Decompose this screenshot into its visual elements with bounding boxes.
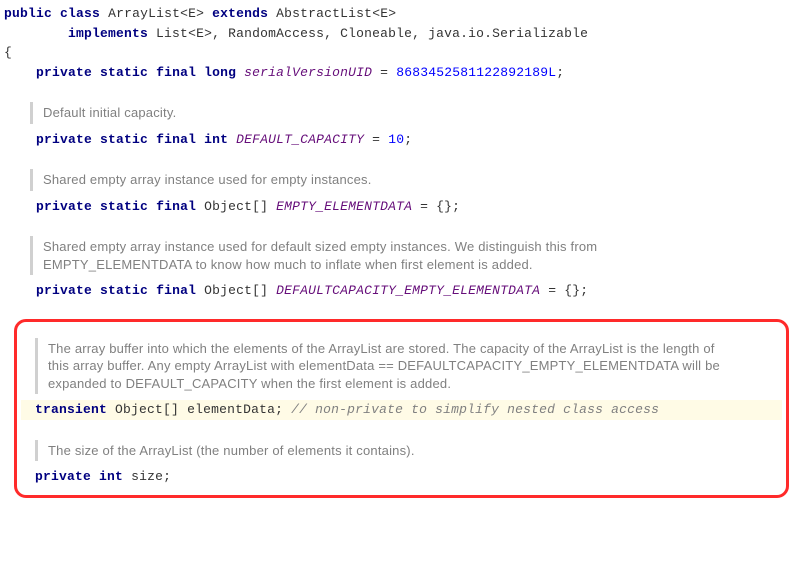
rest: = {}; [540, 283, 588, 298]
keyword-public: public [4, 6, 52, 21]
iface-serializable: java.io.Serializable [428, 26, 588, 41]
keyword-class: class [60, 6, 100, 21]
field-value: 8683452581122892189L [396, 65, 556, 80]
keyword-extends: extends [212, 6, 268, 21]
keyword-final: final [156, 65, 196, 80]
keyword-int: int [204, 132, 228, 147]
superclass-generic: <E> [372, 6, 396, 21]
keyword-private: private [36, 199, 92, 214]
highlighted-region: The array buffer into which the elements… [14, 319, 789, 498]
field-serialversionuid: private static final long serialVersionU… [0, 63, 803, 83]
semi: ; [556, 65, 564, 80]
generic-close: > [196, 6, 204, 21]
field-name: DEFAULTCAPACITY_EMPTY_ELEMENTDATA [276, 283, 540, 298]
keyword-final: final [156, 283, 196, 298]
field-name: EMPTY_ELEMENTDATA [276, 199, 412, 214]
sep: , [412, 26, 428, 41]
keyword-static: static [100, 283, 148, 298]
eq: = [364, 132, 388, 147]
field-name: size [131, 469, 163, 484]
iface-list-generic: <E> [188, 26, 212, 41]
field-type: Object[] [204, 199, 268, 214]
keyword-static: static [100, 132, 148, 147]
javadoc-defaultcapacity-empty: Shared empty array instance used for def… [30, 236, 733, 275]
class-name: ArrayList [108, 6, 180, 21]
semi: ; [163, 469, 171, 484]
iface-cloneable: Cloneable [340, 26, 412, 41]
superclass: AbstractList [276, 6, 372, 21]
javadoc-size: The size of the ArrayList (the number of… [35, 440, 738, 462]
field-name: elementData [187, 402, 275, 417]
keyword-int: int [99, 469, 123, 484]
keyword-final: final [156, 132, 196, 147]
brace-open: { [0, 43, 803, 63]
class-decl-line1: public class ArrayList<E> extends Abstra… [0, 4, 803, 24]
keyword-static: static [100, 65, 148, 80]
field-type: Object[] [204, 283, 268, 298]
javadoc-empty-elementdata: Shared empty array instance used for emp… [30, 169, 733, 191]
inline-comment: // non-private to simplify nested class … [283, 402, 659, 417]
generic-open: < [180, 6, 188, 21]
field-size: private int size; [21, 467, 782, 487]
field-empty-elementdata: private static final Object[] EMPTY_ELEM… [0, 197, 803, 217]
eq: = [372, 65, 396, 80]
field-type: Object[] [115, 402, 179, 417]
keyword-transient: transient [35, 402, 107, 417]
field-defaultcapacity-empty: private static final Object[] DEFAULTCAP… [0, 281, 803, 301]
sep: , [212, 26, 228, 41]
sep: , [324, 26, 340, 41]
keyword-private: private [35, 469, 91, 484]
keyword-private: private [36, 132, 92, 147]
rest: = {}; [412, 199, 460, 214]
keyword-implements: implements [68, 26, 148, 41]
generic-param: E [188, 6, 196, 21]
semi: ; [275, 402, 283, 417]
keyword-long: long [204, 65, 236, 80]
field-name: DEFAULT_CAPACITY [236, 132, 364, 147]
iface-list: List [156, 26, 188, 41]
javadoc-default-capacity: Default initial capacity. [30, 102, 733, 124]
code-viewer: public class ArrayList<E> extends Abstra… [0, 0, 803, 508]
keyword-final: final [156, 199, 196, 214]
iface-randomaccess: RandomAccess [228, 26, 324, 41]
keyword-private: private [36, 283, 92, 298]
javadoc-elementdata: The array buffer into which the elements… [35, 338, 738, 395]
field-value: 10 [388, 132, 404, 147]
field-name: serialVersionUID [244, 65, 372, 80]
semi: ; [404, 132, 412, 147]
field-default-capacity: private static final int DEFAULT_CAPACIT… [0, 130, 803, 150]
keyword-static: static [100, 199, 148, 214]
class-decl-line2: implements List<E>, RandomAccess, Clonea… [0, 24, 803, 44]
field-elementdata: transient Object[] elementData; // non-p… [21, 400, 782, 420]
keyword-private: private [36, 65, 92, 80]
